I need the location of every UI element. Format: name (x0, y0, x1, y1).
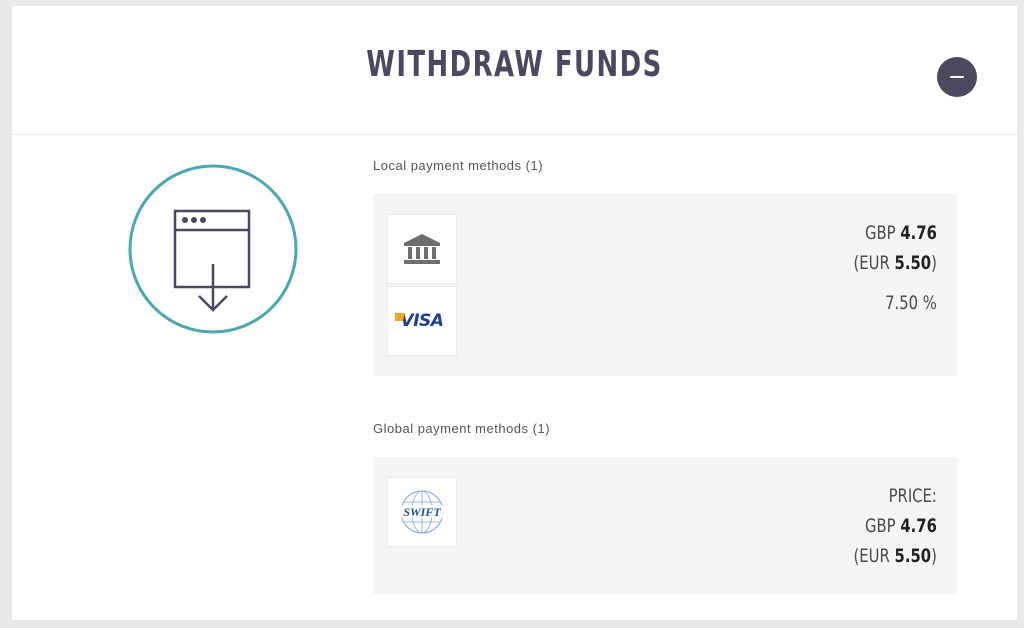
swift-text: SWIFT (403, 505, 441, 519)
visa-text: VISA (400, 311, 444, 331)
local-methods-card[interactable]: VISA GBP 4.76 (EUR 5.50) 7.50 % (373, 194, 957, 376)
price-amount: 4.76 (900, 222, 937, 244)
bank-icon (404, 234, 440, 264)
collapse-button[interactable] (937, 57, 977, 97)
currency-code: GBP (865, 222, 896, 244)
local-price: GBP 4.76 (EUR 5.50) 7.50 % (854, 218, 937, 318)
fee-percent: 7.50 % (885, 292, 937, 314)
visa-logo: VISA (394, 311, 444, 331)
alt-currency-prefix: (EUR (853, 545, 890, 567)
withdraw-panel: WITHDRAW FUNDS Local payment methods (1) (12, 6, 1017, 620)
alt-currency-suffix: ) (931, 252, 937, 274)
currency-code: GBP (865, 515, 896, 537)
global-methods-card[interactable]: SWIFT PRICE: GBP 4.76 (EUR 5.50) (373, 457, 957, 594)
local-methods-label: Local payment methods (1) (373, 158, 544, 173)
price-label: PRICE: (888, 485, 937, 507)
page-title: WITHDRAW FUNDS (366, 44, 663, 85)
panel-header: WITHDRAW FUNDS (12, 6, 1017, 135)
swift-logo: SWIFT (400, 490, 444, 534)
visa-logo-box[interactable]: VISA (387, 286, 457, 356)
alt-price-amount: 5.50 (894, 545, 932, 567)
withdraw-icon (128, 164, 298, 334)
alt-currency-suffix: ) (931, 545, 937, 567)
global-price: PRICE: GBP 4.76 (EUR 5.50) (854, 481, 937, 571)
alt-currency-prefix: (EUR (853, 252, 890, 274)
global-methods-label: Global payment methods (1) (373, 421, 551, 436)
minus-icon (950, 76, 964, 78)
price-amount: 4.76 (900, 515, 937, 537)
swift-logo-box[interactable]: SWIFT (387, 477, 457, 547)
visa-accent-icon (394, 313, 405, 321)
bank-logo-box[interactable] (387, 214, 457, 284)
alt-price-amount: 5.50 (894, 252, 932, 274)
